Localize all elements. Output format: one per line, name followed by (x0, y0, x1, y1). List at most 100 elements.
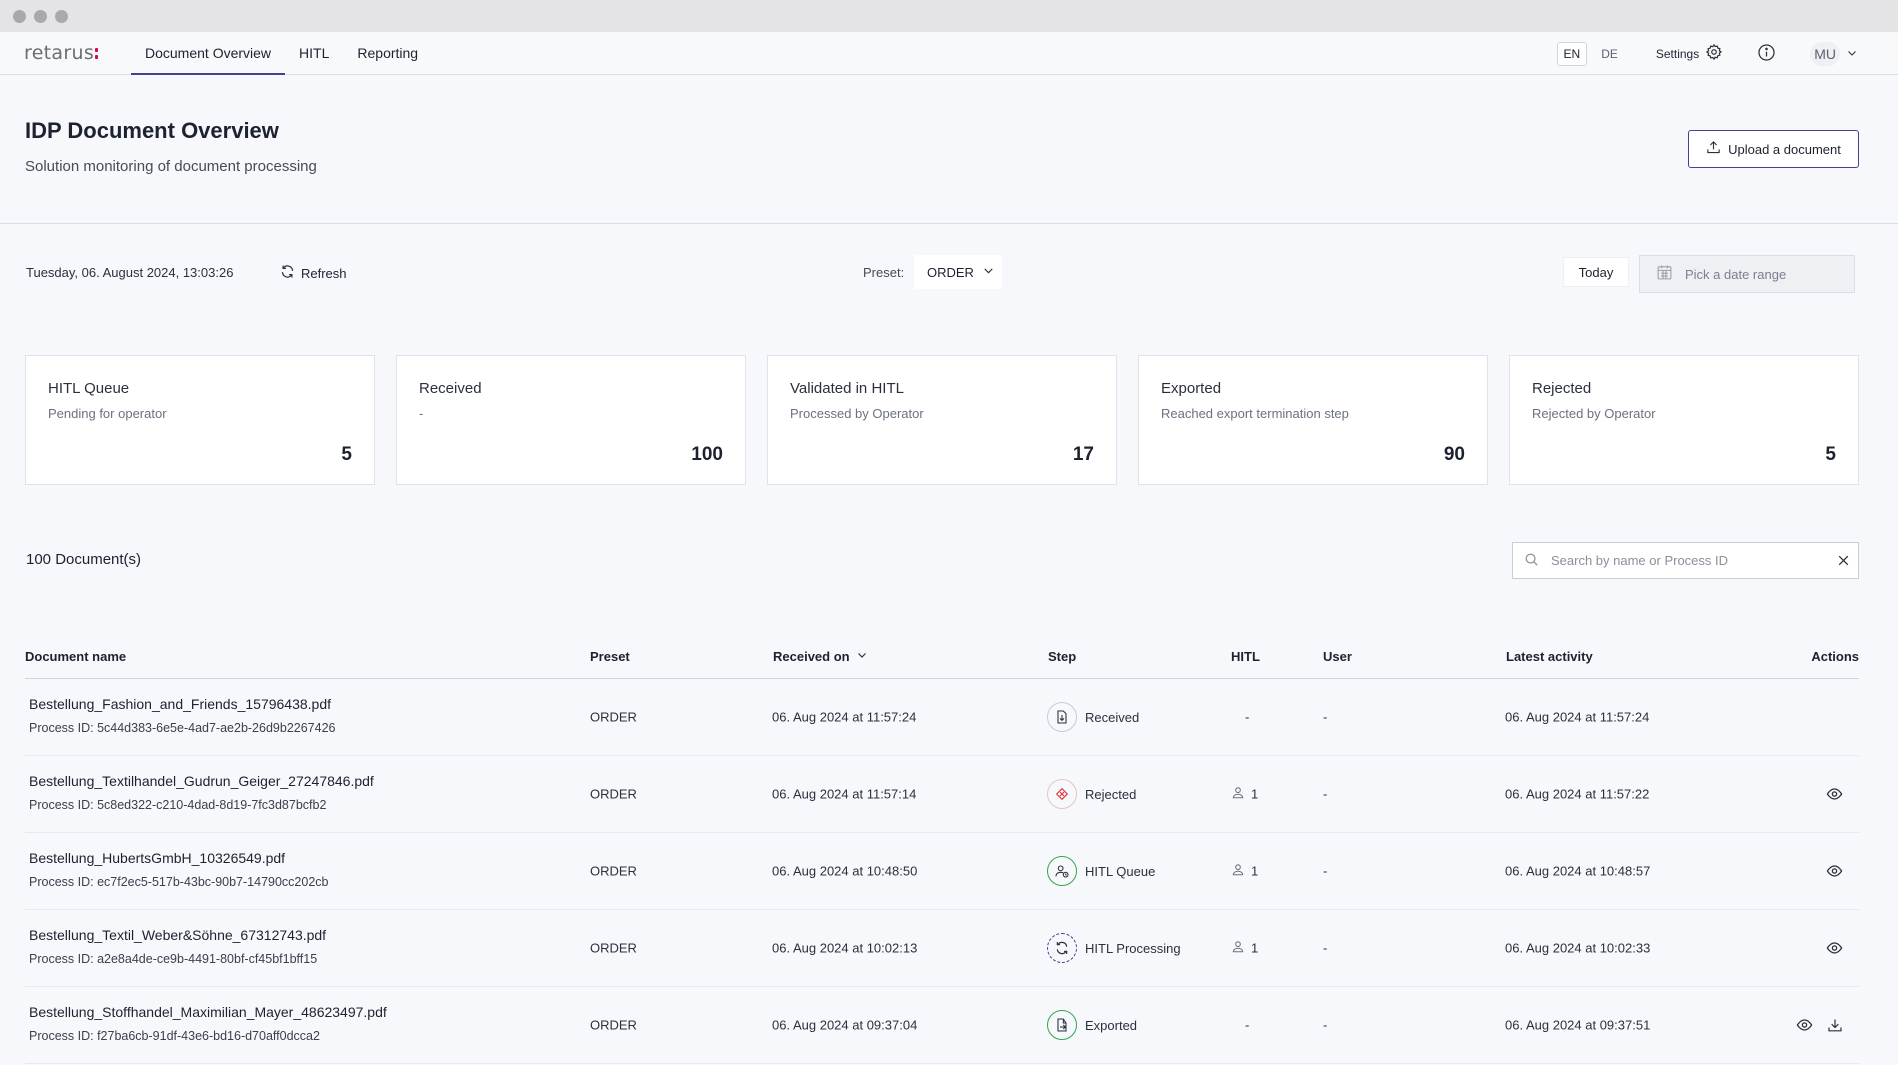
current-datetime: Tuesday, 06. August 2024, 13:03:26 (26, 265, 234, 280)
table-row[interactable]: Bestellung_HubertsGmbH_10326549.pdf Proc… (25, 833, 1859, 910)
info-icon (1757, 43, 1776, 65)
received-on-cell: 06. Aug 2024 at 11:57:14 (772, 786, 917, 802)
table-header: Document name Preset Received on Step HI… (25, 640, 1859, 679)
card-subtitle: - (419, 406, 424, 421)
nav-tab-hitl[interactable]: HITL (285, 32, 343, 74)
filter-toolbar: Tuesday, 06. August 2024, 13:03:26 Refre… (0, 224, 1898, 330)
latest-activity-cell: 06. Aug 2024 at 11:57:24 (1505, 709, 1650, 725)
hitl-count: 1 (1251, 940, 1259, 956)
nav-tab-document-overview[interactable]: Document Overview (131, 32, 286, 75)
maximize-window-button[interactable] (55, 9, 68, 23)
user-cell: - (1323, 1017, 1328, 1033)
actions-cell (1826, 863, 1843, 880)
step-label: Rejected (1085, 786, 1137, 802)
preset-dropdown[interactable]: ORDER (914, 255, 1002, 289)
today-button[interactable]: Today (1563, 257, 1629, 287)
card-subtitle: Processed by Operator (790, 406, 924, 421)
view-eye-icon[interactable] (1826, 786, 1843, 803)
user-menu[interactable]: MU (1810, 41, 1858, 66)
column-user: User (1323, 649, 1352, 664)
document-name[interactable]: Bestellung_Textil_Weber&Söhne_67312743.p… (29, 927, 326, 943)
upload-document-button[interactable]: Upload a document (1688, 130, 1859, 168)
document-name[interactable]: Bestellung_HubertsGmbH_10326549.pdf (29, 850, 285, 866)
process-id: Process ID: 5c44d383-6e5e-4ad7-ae2b-26d9… (29, 721, 336, 735)
view-eye-icon[interactable] (1826, 940, 1843, 957)
latest-activity-cell: 06. Aug 2024 at 09:37:51 (1505, 1017, 1651, 1033)
card-validated-in-hitl[interactable]: Validated in HITL Processed by Operator … (767, 355, 1117, 485)
preset-cell: ORDER (590, 1017, 637, 1033)
close-icon (1838, 555, 1848, 566)
card-title: Received (419, 380, 482, 397)
info-button[interactable] (1757, 43, 1776, 65)
table-row[interactable]: Bestellung_Fashion_and_Friends_15796438.… (25, 679, 1859, 756)
card-exported[interactable]: Exported Reached export termination step… (1138, 355, 1488, 485)
retarus-logo[interactable]: retarus (24, 32, 131, 74)
step-label: Exported (1085, 1017, 1138, 1033)
view-eye-icon[interactable] (1826, 863, 1843, 880)
preset-cell: ORDER (590, 863, 637, 879)
hitl-cell: - (1245, 1017, 1250, 1033)
step-cell: HITL Processing (1047, 933, 1181, 963)
close-window-button[interactable] (13, 9, 26, 23)
preset-value: ORDER (927, 264, 974, 280)
table-row[interactable]: Bestellung_Textilhandel_Gudrun_Geiger_27… (25, 756, 1859, 833)
view-eye-icon[interactable] (1796, 1017, 1813, 1034)
column-hitl: HITL (1231, 649, 1260, 664)
language-de[interactable]: DE (1595, 43, 1624, 65)
upload-label: Upload a document (1728, 141, 1841, 157)
card-subtitle: Rejected by Operator (1532, 406, 1656, 421)
latest-activity-cell: 06. Aug 2024 at 10:02:33 (1505, 940, 1651, 956)
document-name[interactable]: Bestellung_Textilhandel_Gudrun_Geiger_27… (29, 773, 374, 789)
hitl-processing-icon (1047, 933, 1077, 963)
step-cell: Received (1047, 702, 1139, 732)
card-rejected[interactable]: Rejected Rejected by Operator 5 (1509, 355, 1859, 485)
step-cell: Rejected (1047, 779, 1136, 809)
summary-cards: HITL Queue Pending for operator 5 Receiv… (25, 355, 1859, 485)
step-cell: Exported (1047, 1010, 1137, 1040)
clear-search-button[interactable] (1828, 554, 1858, 567)
documents-table: Document name Preset Received on Step HI… (25, 640, 1859, 1064)
person-icon (1231, 940, 1245, 957)
search-input[interactable] (1551, 553, 1828, 568)
person-icon (1231, 786, 1245, 803)
search-box (1512, 542, 1859, 579)
date-range-picker[interactable]: Pick a date range (1639, 255, 1855, 293)
language-en[interactable]: EN (1556, 41, 1588, 66)
hitl-queue-icon (1047, 856, 1077, 886)
search-icon (1524, 552, 1539, 570)
download-icon[interactable] (1827, 1017, 1843, 1033)
card-title: Exported (1161, 380, 1222, 397)
settings-button[interactable]: Settings (1656, 43, 1723, 64)
column-document-name: Document name (25, 649, 127, 664)
column-received-on-label: Received on (773, 649, 850, 664)
document-name[interactable]: Bestellung_Fashion_and_Friends_15796438.… (29, 696, 331, 712)
exported-icon (1047, 1010, 1077, 1040)
table-row[interactable]: Bestellung_Textil_Weber&Söhne_67312743.p… (25, 910, 1859, 987)
column-latest-activity: Latest activity (1506, 649, 1593, 664)
hitl-cell: 1 (1231, 940, 1258, 957)
nav-tab-reporting[interactable]: Reporting (343, 32, 432, 74)
card-hitl-queue[interactable]: HITL Queue Pending for operator 5 (25, 355, 375, 485)
card-title: Validated in HITL (790, 380, 904, 397)
window-titlebar (0, 0, 1898, 32)
sort-chevron-down-icon (856, 649, 868, 664)
table-row[interactable]: Bestellung_Stoffhandel_Maximilian_Mayer_… (25, 987, 1859, 1064)
process-id: Process ID: ec7f2ec5-517b-43bc-90b7-1479… (29, 875, 329, 889)
minimize-window-button[interactable] (34, 9, 47, 23)
refresh-button[interactable]: Refresh (280, 264, 347, 282)
page-subtitle: Solution monitoring of document processi… (25, 158, 317, 175)
card-received[interactable]: Received - 100 (396, 355, 746, 485)
received-on-cell: 06. Aug 2024 at 10:02:13 (772, 940, 918, 956)
column-step: Step (1048, 649, 1077, 664)
card-count: 90 (1443, 444, 1465, 465)
received-on-cell: 06. Aug 2024 at 10:48:50 (772, 863, 918, 879)
step-cell: HITL Queue (1047, 856, 1155, 886)
refresh-label: Refresh (301, 265, 347, 281)
document-count: 100 Document(s) (26, 551, 142, 568)
user-cell: - (1323, 709, 1328, 725)
column-actions: Actions (1811, 649, 1859, 664)
card-subtitle: Pending for operator (48, 406, 167, 421)
column-received-on[interactable]: Received on (773, 649, 868, 664)
document-name[interactable]: Bestellung_Stoffhandel_Maximilian_Mayer_… (29, 1004, 387, 1020)
card-count: 17 (1072, 444, 1094, 465)
